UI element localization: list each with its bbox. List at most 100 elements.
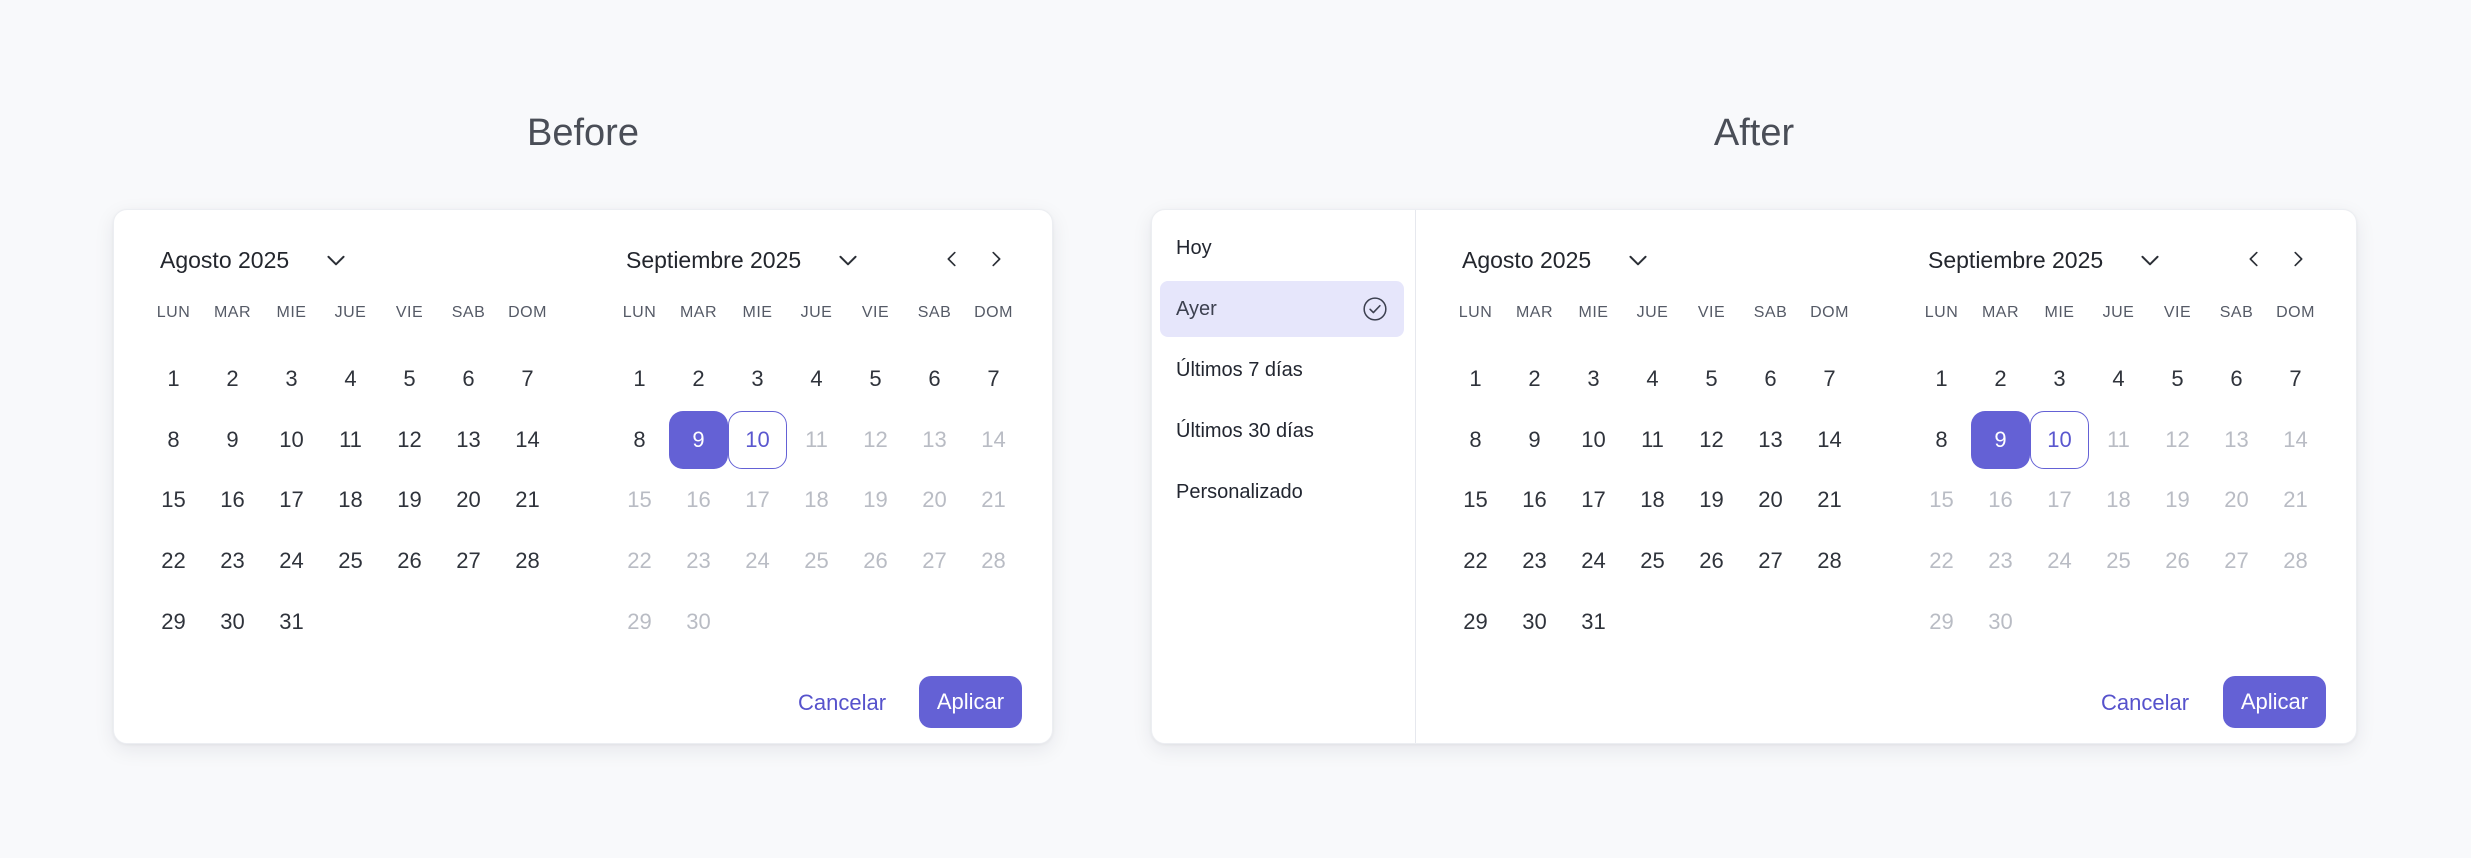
day-cell[interactable]: 5: [846, 350, 905, 408]
day-cell[interactable]: 24: [1564, 532, 1623, 590]
apply-button[interactable]: Aplicar: [2223, 676, 2326, 728]
preset-option[interactable]: Últimos 7 días: [1160, 342, 1404, 398]
day-cell[interactable]: 4: [321, 350, 380, 408]
day-cell[interactable]: 9: [203, 411, 262, 469]
day-cell[interactable]: 25: [321, 532, 380, 590]
day-cell[interactable]: 4: [787, 350, 846, 408]
day-cell[interactable]: 10: [262, 411, 321, 469]
cancel-button[interactable]: Cancelar: [2101, 676, 2189, 730]
day-cell[interactable]: 14: [1800, 411, 1859, 469]
day-cell[interactable]: 7: [1800, 350, 1859, 408]
day-cell[interactable]: 15: [144, 471, 203, 529]
day-cell[interactable]: 13: [1741, 411, 1800, 469]
day-cell[interactable]: 2: [203, 350, 262, 408]
day-cell[interactable]: 2: [1505, 350, 1564, 408]
next-month-button[interactable]: [2286, 244, 2310, 274]
day-cell[interactable]: 20: [439, 471, 498, 529]
day-cell[interactable]: 19: [1682, 471, 1741, 529]
next-month-button[interactable]: [984, 244, 1008, 274]
day-cell[interactable]: 3: [728, 350, 787, 408]
day-cell[interactable]: 8: [144, 411, 203, 469]
day-cell-selected[interactable]: 9: [669, 410, 728, 469]
day-cell[interactable]: 1: [610, 350, 669, 408]
day-cell[interactable]: 10: [1564, 411, 1623, 469]
day-cell[interactable]: 1: [144, 350, 203, 408]
day-cell[interactable]: 18: [321, 471, 380, 529]
day-cell[interactable]: 26: [1682, 532, 1741, 590]
day-cell[interactable]: 12: [1682, 411, 1741, 469]
day-cell[interactable]: 7: [964, 350, 1023, 408]
month-select-august[interactable]: Agosto 2025: [160, 240, 349, 280]
day-cell[interactable]: 3: [262, 350, 321, 408]
day-cell[interactable]: 23: [1505, 532, 1564, 590]
preset-option[interactable]: Personalizado: [1160, 464, 1404, 520]
day-cell[interactable]: 17: [262, 471, 321, 529]
day-cell[interactable]: 8: [1912, 411, 1971, 469]
day-cell[interactable]: 13: [439, 411, 498, 469]
day-cell[interactable]: 8: [1446, 411, 1505, 469]
day-cell[interactable]: 22: [144, 532, 203, 590]
day-cell[interactable]: 18: [1623, 471, 1682, 529]
day-cell[interactable]: 25: [1623, 532, 1682, 590]
month-select-september[interactable]: Septiembre 2025: [626, 240, 861, 280]
day-cell[interactable]: 20: [1741, 471, 1800, 529]
day-cell[interactable]: 22: [1446, 532, 1505, 590]
day-cell[interactable]: 14: [498, 411, 557, 469]
day-cell[interactable]: 1: [1446, 350, 1505, 408]
day-cell[interactable]: 6: [905, 350, 964, 408]
day-cell[interactable]: 5: [380, 350, 439, 408]
day-cell[interactable]: 6: [2207, 350, 2266, 408]
day-cell-selected[interactable]: 9: [1971, 410, 2030, 469]
day-cell[interactable]: 2: [669, 350, 728, 408]
preset-option[interactable]: Hoy: [1160, 220, 1404, 276]
preset-option[interactable]: Ayer: [1160, 281, 1404, 337]
day-cell[interactable]: 16: [1505, 471, 1564, 529]
day-cell[interactable]: 16: [203, 471, 262, 529]
day-cell[interactable]: 8: [610, 411, 669, 469]
day-cell[interactable]: 21: [1800, 471, 1859, 529]
day-cell[interactable]: 1: [1912, 350, 1971, 408]
month-select-september[interactable]: Septiembre 2025: [1928, 240, 2163, 280]
day-cell[interactable]: 6: [439, 350, 498, 408]
day-cell[interactable]: 2: [1971, 350, 2030, 408]
day-cell[interactable]: 12: [380, 411, 439, 469]
day-cell[interactable]: 21: [498, 471, 557, 529]
day-cell[interactable]: 3: [2030, 350, 2089, 408]
day-cell[interactable]: 9: [1505, 411, 1564, 469]
day-grid: 1 2 3 4 5 6 7 8 9 10 11 12 13 14 15 16 17 18 19 20 21 22 23 24 2…: [1912, 350, 2325, 653]
day-cell[interactable]: 31: [262, 593, 321, 651]
day-cell[interactable]: 7: [498, 350, 557, 408]
preset-option[interactable]: Últimos 30 días: [1160, 403, 1404, 459]
day-cell[interactable]: 29: [1446, 593, 1505, 651]
day-cell-today[interactable]: 10: [728, 410, 787, 469]
day-cell[interactable]: 30: [1505, 593, 1564, 651]
day-cell[interactable]: 26: [380, 532, 439, 590]
day-cell[interactable]: 5: [2148, 350, 2207, 408]
month-select-august[interactable]: Agosto 2025: [1462, 240, 1651, 280]
prev-month-button[interactable]: [940, 244, 964, 274]
day-cell[interactable]: 19: [380, 471, 439, 529]
day-cell[interactable]: 28: [1800, 532, 1859, 590]
day-cell[interactable]: 27: [439, 532, 498, 590]
day-cell[interactable]: 4: [1623, 350, 1682, 408]
day-cell[interactable]: 27: [1741, 532, 1800, 590]
day-cell[interactable]: 3: [1564, 350, 1623, 408]
day-cell[interactable]: 29: [144, 593, 203, 651]
day-cell[interactable]: 6: [1741, 350, 1800, 408]
day-cell[interactable]: 30: [203, 593, 262, 651]
day-cell[interactable]: 31: [1564, 593, 1623, 651]
prev-month-button[interactable]: [2242, 244, 2266, 274]
cancel-button[interactable]: Cancelar: [798, 676, 886, 730]
day-cell[interactable]: 4: [2089, 350, 2148, 408]
day-cell[interactable]: 24: [262, 532, 321, 590]
apply-button[interactable]: Aplicar: [919, 676, 1022, 728]
day-cell[interactable]: 28: [498, 532, 557, 590]
day-cell-today[interactable]: 10: [2030, 410, 2089, 469]
day-cell[interactable]: 11: [321, 411, 380, 469]
day-cell[interactable]: 15: [1446, 471, 1505, 529]
day-cell[interactable]: 11: [1623, 411, 1682, 469]
day-cell[interactable]: 7: [2266, 350, 2325, 408]
day-cell[interactable]: 23: [203, 532, 262, 590]
day-cell[interactable]: 17: [1564, 471, 1623, 529]
day-cell[interactable]: 5: [1682, 350, 1741, 408]
